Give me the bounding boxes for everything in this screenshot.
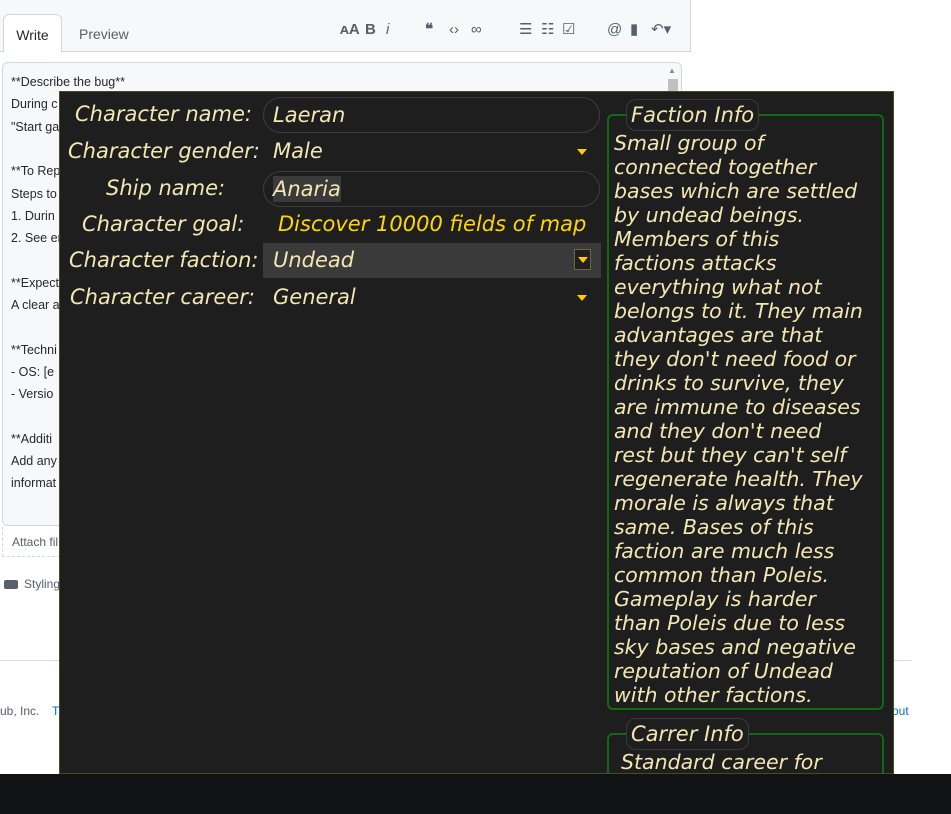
faction-info-line: everything what not	[614, 275, 822, 299]
faction-info-line: Gameplay is harder	[614, 587, 816, 611]
faction-info-line: and they don't need	[614, 419, 822, 443]
faction-info-line: with other factions.	[614, 683, 813, 707]
character-name-value: Laeran	[273, 103, 346, 127]
editor-line: During c	[11, 97, 58, 112]
editor-line: 1. Durin	[11, 208, 55, 223]
reference-icon[interactable]: ▮	[630, 20, 638, 40]
editor-line: **Additi	[11, 431, 52, 446]
tab-write[interactable]: Write	[3, 14, 62, 53]
faction-info-line: morale is always that	[614, 491, 834, 515]
character-faction-label: Character faction:	[69, 248, 259, 272]
faction-info-line: rest but they can't self	[614, 443, 847, 467]
career-info-line: Standard career for	[621, 750, 822, 774]
taskbar	[0, 774, 951, 814]
tabbar-divider	[690, 0, 691, 52]
ship-name-value: Anaria	[273, 176, 341, 202]
footer-link-about[interactable]: out	[892, 704, 909, 718]
editor-line: A clear a	[11, 298, 60, 312]
faction-info-line: connected together	[614, 155, 817, 179]
character-goal-label: Character goal:	[82, 212, 245, 236]
career-dropdown-icon[interactable]	[577, 295, 587, 301]
scroll-up-icon[interactable]: ▲	[667, 66, 677, 78]
ship-name-input[interactable]: Anaria	[263, 171, 600, 207]
reply-icon[interactable]: ↶▾	[651, 20, 671, 40]
tab-preview[interactable]: Preview	[79, 14, 129, 52]
character-career-select[interactable]: General	[273, 284, 356, 310]
styling-label: Styling	[24, 577, 61, 591]
faction-info-line: faction are much less	[614, 539, 835, 563]
career-info-text: Standard career for	[621, 750, 886, 774]
quote-icon[interactable]: ❝	[425, 20, 433, 40]
faction-info-line: advantages are that	[614, 323, 823, 347]
faction-info-line: belongs to it. They main	[614, 299, 863, 323]
editor-line: **Techni	[11, 342, 57, 357]
editor-line: Add any	[11, 454, 57, 469]
task-list-icon[interactable]: ☑	[562, 20, 575, 40]
faction-info-line: common than Poleis.	[614, 563, 830, 587]
character-gender-label: Character gender:	[68, 139, 260, 163]
faction-info-line: sky bases and negative	[614, 635, 857, 659]
editor-line: - OS: [e	[11, 364, 55, 379]
link-icon[interactable]: ∞	[471, 20, 482, 40]
faction-info-line: same. Bases of this	[614, 515, 814, 539]
faction-info-line: factions attacks	[614, 251, 777, 275]
footer-copyright: ub, Inc.	[0, 704, 40, 718]
bullet-list-icon[interactable]: ☰	[519, 20, 532, 40]
faction-info-line: Members of this	[614, 227, 780, 251]
editor-line: "Start ga	[11, 119, 60, 134]
career-info-frame: Carrer Info Standard career for	[607, 718, 886, 774]
styling-help[interactable]: Styling	[4, 577, 60, 591]
faction-info-text: Small group of connected together bases wh…	[614, 131, 879, 707]
faction-info-line: bases which are settled	[614, 179, 858, 203]
faction-dropdown-button[interactable]	[574, 249, 591, 270]
faction-dropdown-icon	[578, 257, 588, 263]
editor-line: 2. See er	[11, 231, 62, 246]
numbered-list-icon[interactable]: ☷	[541, 20, 554, 40]
character-gender-select[interactable]: Male	[273, 138, 323, 164]
editor-line: - Versio	[11, 387, 54, 402]
faction-info-line: than Poleis due to less	[614, 611, 846, 635]
character-name-label: Character name:	[75, 102, 252, 126]
faction-info-title: Faction Info	[626, 99, 760, 131]
faction-info-frame: Faction Info Small group of connected tog…	[607, 99, 884, 710]
faction-info-line: they don't need food or	[614, 347, 856, 371]
faction-info-line: Small group of	[614, 131, 764, 155]
heading-icon[interactable]: ᴀA	[340, 20, 360, 40]
editor-line: Steps to	[11, 186, 57, 201]
faction-info-line: reputation of Undead	[614, 659, 833, 683]
editor-tabbar: Write Preview ᴀA B i ❝ ‹› ∞ ☰ ☷ ☑ @ ▮ ↶▾	[0, 0, 691, 53]
character-faction-value: Undead	[273, 248, 355, 272]
character-career-label: Character career:	[70, 285, 255, 309]
bold-icon[interactable]: B	[365, 20, 376, 40]
editor-line: **Describe the bug**	[11, 75, 125, 89]
faction-info-line: by undead beings.	[614, 203, 804, 227]
ship-name-label: Ship name:	[106, 176, 226, 200]
faction-info-line: regenerate health. They	[614, 467, 863, 491]
character-name-input[interactable]: Laeran	[263, 97, 600, 133]
mention-icon[interactable]: @	[607, 20, 622, 40]
editor-line: **To Rep	[11, 164, 61, 179]
career-info-title: Carrer Info	[626, 718, 749, 750]
faction-info-line: drinks to survive, they	[614, 371, 844, 395]
markdown-icon	[4, 580, 18, 590]
gender-dropdown-icon[interactable]	[577, 149, 587, 155]
faction-info-line: are immune to diseases	[614, 395, 861, 419]
editor-line: **Expect	[11, 275, 59, 290]
new-game-dialog: Character name: Laeran Character gender:…	[59, 91, 894, 774]
code-icon[interactable]: ‹›	[449, 20, 459, 40]
character-goal-button[interactable]: Discover 10000 fields of map	[278, 211, 586, 237]
italic-icon[interactable]: i	[386, 20, 389, 40]
scrollbar-thumb[interactable]	[668, 79, 678, 91]
editor-line: informat	[11, 476, 57, 491]
